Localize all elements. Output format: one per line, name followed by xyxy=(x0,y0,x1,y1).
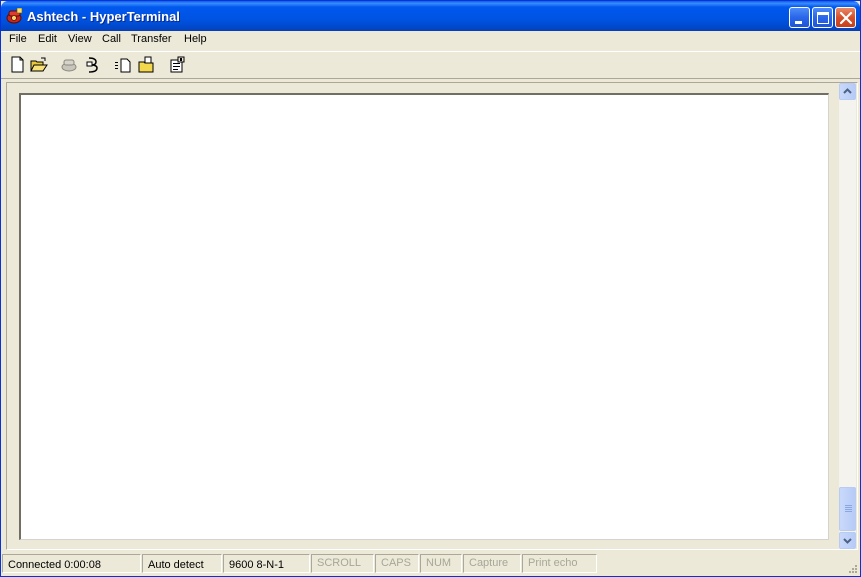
status-detect: Auto detect xyxy=(142,554,222,573)
hyperterminal-window: Ashtech - HyperTerminal File Edit View C… xyxy=(0,0,861,577)
status-caps: CAPS xyxy=(375,554,419,573)
properties-icon[interactable] xyxy=(169,56,187,74)
menu-file[interactable]: File xyxy=(9,33,27,45)
terminal-screen[interactable] xyxy=(19,93,829,540)
status-capture: Capture xyxy=(463,554,521,573)
status-num: NUM xyxy=(420,554,462,573)
chevron-down-icon xyxy=(843,538,852,544)
grip-line xyxy=(845,511,852,512)
chevron-up-icon xyxy=(843,88,852,94)
toolbar xyxy=(1,51,860,79)
grip-line xyxy=(845,509,852,510)
vertical-scrollbar[interactable] xyxy=(839,83,856,549)
new-document-icon[interactable] xyxy=(9,56,27,74)
maximize-button[interactable] xyxy=(812,7,833,28)
close-button[interactable] xyxy=(835,7,856,28)
window-title: Ashtech - HyperTerminal xyxy=(27,9,180,24)
dial-icon[interactable] xyxy=(84,56,102,74)
terminal-frame xyxy=(6,82,858,550)
maximize-icon xyxy=(817,12,829,24)
menu-transfer[interactable]: Transfer xyxy=(131,33,172,45)
scroll-thumb[interactable] xyxy=(839,487,856,531)
minimize-button[interactable] xyxy=(789,7,810,28)
close-icon xyxy=(839,11,853,25)
minimize-icon xyxy=(795,21,802,24)
scroll-up-button[interactable] xyxy=(839,83,856,100)
status-port-settings: 9600 8-N-1 xyxy=(223,554,310,573)
menu-bar: File Edit View Call Transfer Help xyxy=(1,31,860,50)
open-folder-icon[interactable] xyxy=(30,56,48,74)
resize-grip-icon[interactable] xyxy=(846,562,858,574)
status-print-echo: Print echo xyxy=(522,554,597,573)
menu-edit[interactable]: Edit xyxy=(38,33,57,45)
grip-line xyxy=(845,507,852,508)
scroll-down-button[interactable] xyxy=(839,532,856,549)
status-bar: Connected 0:00:08 Auto detect 9600 8-N-1… xyxy=(1,551,860,576)
hyperterminal-phone-icon[interactable] xyxy=(6,7,23,24)
title-bar[interactable]: Ashtech - HyperTerminal xyxy=(1,1,860,31)
status-connected: Connected 0:00:08 xyxy=(2,554,141,573)
send-file-icon[interactable] xyxy=(114,56,132,74)
menu-help[interactable]: Help xyxy=(184,33,207,45)
status-scroll: SCROLL xyxy=(311,554,374,573)
disconnect-icon[interactable] xyxy=(60,56,78,74)
menu-view[interactable]: View xyxy=(68,33,92,45)
grip-line xyxy=(845,505,852,506)
menu-call[interactable]: Call xyxy=(102,33,121,45)
receive-file-icon[interactable] xyxy=(138,56,156,74)
